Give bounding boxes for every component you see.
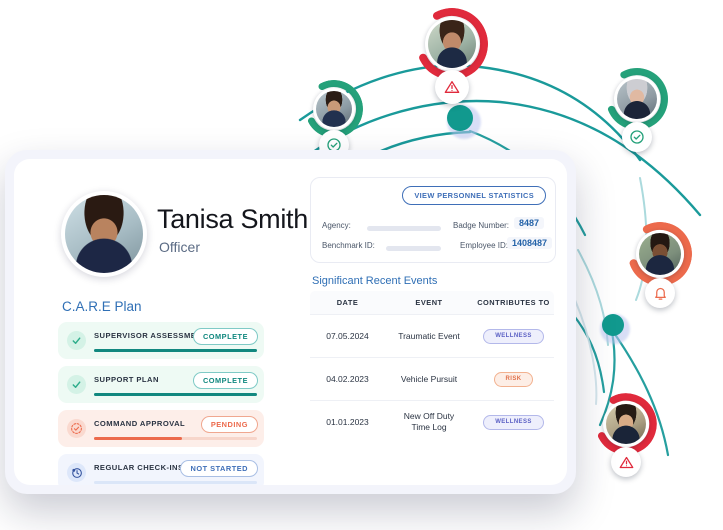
warning-icon (611, 447, 641, 477)
agency-redacted-value (367, 226, 441, 231)
profile-role: Officer (159, 239, 200, 255)
avatar-woman-2 (614, 76, 660, 122)
benchmark-id-label: Benchmark ID: (322, 241, 375, 250)
cell-event: Traumatic Event (398, 330, 460, 341)
contributes-tag: WELLNESS (483, 328, 544, 344)
employee-id-value: 1408487 (507, 237, 553, 249)
care-plan-item[interactable]: SUPPORT PLAN COMPLETE (58, 366, 264, 403)
check-icon (622, 122, 652, 152)
avatar (61, 191, 147, 277)
care-plan-item[interactable]: COMMAND APPROVAL PENDING (58, 410, 264, 447)
node-top-alert[interactable] (416, 8, 488, 104)
cell-date: 01.01.2023 (326, 416, 369, 427)
status-badge[interactable]: NOT STARTED (180, 460, 258, 477)
care-plan-item-label: SUPPORT PLAN (94, 375, 159, 384)
avatar-man-2 (636, 230, 684, 278)
pending-circle-icon (67, 419, 86, 438)
progress-bar (94, 349, 257, 352)
progress-bar (94, 481, 257, 484)
care-plan-item-label: REGULAR CHECK-INS (94, 463, 184, 472)
cell-date: 07.05.2024 (326, 330, 369, 341)
node-left-ok[interactable] (305, 80, 363, 160)
contributes-tag: WELLNESS (483, 414, 544, 430)
badge-number-label: Badge Number: (453, 221, 510, 230)
officer-profile-card: Tanisa Smith Officer C.A.R.E Plan SUPERV… (5, 150, 576, 494)
events-table: DATE EVENT CONTRIBUTES TO 07.05.2024 Trau… (310, 291, 554, 443)
badge-number-value: 8487 (514, 217, 545, 229)
cell-event: Vehicle Pursuit (400, 373, 458, 384)
cell-event: New Off Duty Time Log (403, 411, 455, 432)
column-header-date: DATE (336, 298, 359, 307)
status-badge[interactable]: PENDING (200, 416, 258, 433)
cell-contributes-to: WELLNESS (473, 414, 554, 430)
bell-icon (645, 278, 675, 308)
page-title: Tanisa Smith (157, 204, 308, 234)
cell-contributes-to: WELLNESS (473, 328, 554, 344)
node-right-ok[interactable] (606, 68, 668, 154)
contributes-tag: RISK (493, 371, 534, 387)
column-header-event: EVENT (415, 298, 443, 307)
clock-icon (67, 463, 86, 482)
avatar-man-1 (313, 88, 355, 130)
column-header-contributes-to: CONTRIBUTES TO (477, 298, 550, 307)
care-plan-heading: C.A.R.E Plan (62, 299, 142, 314)
care-plan-item[interactable]: SUPERVISOR ASSESSMENT COMPLETE (58, 322, 264, 359)
illustration-stage: Tanisa Smith Officer C.A.R.E Plan SUPERV… (0, 0, 723, 530)
check-icon (67, 375, 86, 394)
status-badge[interactable]: COMPLETE (192, 328, 258, 345)
cell-date: 04.02.2023 (326, 373, 369, 384)
progress-bar (94, 437, 257, 440)
table-header-row: DATE EVENT CONTRIBUTES TO (310, 291, 554, 314)
cell-contributes-to: RISK (473, 371, 554, 387)
care-plan-item[interactable]: REGULAR CHECK-INS NOT STARTED (58, 454, 264, 485)
progress-bar (94, 393, 257, 396)
profile-column: Tanisa Smith Officer C.A.R.E Plan SUPERV… (14, 159, 308, 485)
check-icon (67, 331, 86, 350)
avatar-woman-3 (603, 401, 649, 447)
personnel-info-card: VIEW PERSONNEL STATISTICS Agency: Benchm… (310, 177, 556, 263)
benchmark-id-redacted-value (386, 246, 441, 251)
employee-id-label: Employee ID: (460, 241, 509, 250)
status-badge[interactable]: COMPLETE (192, 372, 258, 389)
teal-dot-2 (600, 314, 630, 344)
care-plan-item-label: COMMAND APPROVAL (94, 419, 186, 428)
care-plan-item-label: SUPERVISOR ASSESSMENT (94, 331, 208, 340)
table-row[interactable]: 04.02.2023 Vehicle Pursuit RISK (310, 357, 554, 400)
warning-icon (435, 70, 469, 104)
avatar-woman-1 (425, 17, 479, 71)
node-right-alert[interactable] (628, 222, 692, 310)
table-row[interactable]: 01.01.2023 New Off Duty Time Log WELLNESS (310, 400, 554, 443)
details-column: VIEW PERSONNEL STATISTICS Agency: Benchm… (302, 159, 567, 485)
agency-label: Agency: (322, 221, 351, 230)
events-heading: Significant Recent Events (312, 275, 438, 287)
teal-dot-1 (447, 105, 481, 139)
table-row[interactable]: 07.05.2024 Traumatic Event WELLNESS (310, 314, 554, 357)
view-personnel-statistics-button[interactable]: VIEW PERSONNEL STATISTICS (402, 186, 546, 205)
node-bottom-alert[interactable] (595, 393, 657, 479)
